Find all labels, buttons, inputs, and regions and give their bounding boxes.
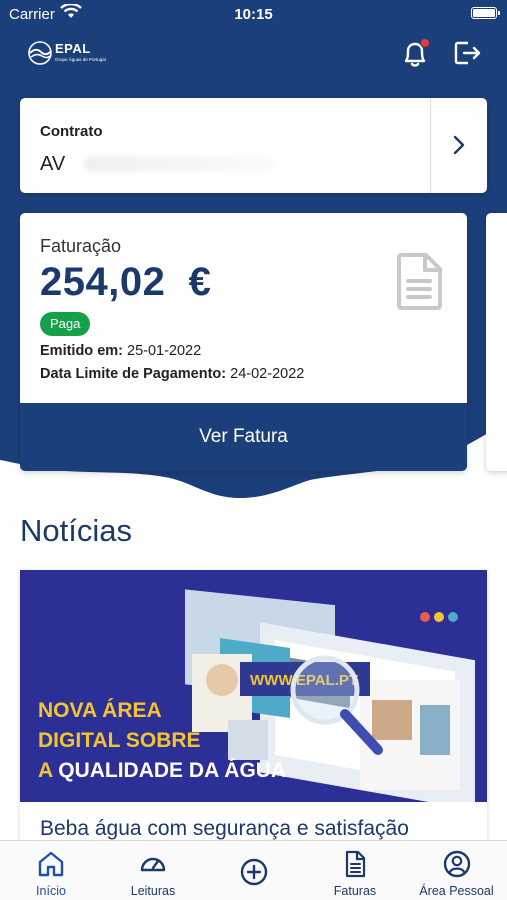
contract-value: AV (40, 153, 66, 175)
water-drop-logo-icon (28, 41, 52, 65)
news-banner-text: NOVA ÁREA DIGITAL SOBRE A QUALIDADE DA Á… (38, 696, 286, 786)
status-time: 10:15 (234, 6, 273, 23)
billing-amount: 254,02 € (40, 260, 212, 304)
issued-date-row: Emitido em: 25-01-2022 (40, 343, 201, 359)
due-label: Data Limite de Pagamento: (40, 366, 227, 382)
banner-line-3: A QUALIDADE DA ÁGUA (38, 756, 286, 786)
news-headline[interactable]: Beba água com segurança e satisfação (40, 817, 409, 841)
tab-bar: Início Leituras Faturas Área Pessoal (0, 840, 507, 900)
logo-tagline: Grupo Águas de Portugal (55, 57, 106, 62)
battery-icon (471, 7, 500, 19)
tab-label-readings: Leituras (130, 884, 176, 898)
billing-card: Faturação 254,02 € Paga Emitido em: 25-0… (20, 213, 467, 471)
banner-line-2: DIGITAL SOBRE (38, 729, 201, 752)
home-icon (38, 851, 64, 877)
news-card[interactable]: WWW.EPAL.PT NOVA ÁREA DIGITAL SOBRE A QU… (20, 570, 487, 870)
due-value: 24-02-2022 (230, 366, 305, 382)
tab-add[interactable] (204, 841, 304, 900)
contract-selector[interactable]: Contrato AV (20, 98, 487, 193)
view-invoice-button[interactable]: Ver Fatura (20, 403, 467, 471)
tab-personal-area[interactable]: Área Pessoal (406, 841, 507, 900)
document-icon (397, 253, 442, 310)
status-bar: Carrier 10:15 (0, 0, 507, 28)
next-card-preview[interactable] (486, 213, 507, 471)
user-icon (443, 850, 470, 878)
chevron-right-icon[interactable] (450, 134, 468, 156)
news-section-title: Notícias (20, 513, 132, 548)
redacted-text (84, 156, 274, 172)
tab-label-home: Início (36, 884, 66, 898)
divider (430, 98, 431, 193)
tab-readings[interactable]: Leituras (102, 841, 204, 900)
banner-line-3b: QUALIDADE DA ÁGUA (58, 759, 287, 782)
due-date-row: Data Limite de Pagamento: 24-02-2022 (40, 366, 304, 382)
billing-label: Faturação (40, 236, 122, 256)
logout-button[interactable] (451, 37, 483, 69)
tab-invoices[interactable]: Faturas (304, 841, 406, 900)
news-image: WWW.EPAL.PT NOVA ÁREA DIGITAL SOBRE A QU… (20, 570, 487, 802)
tab-label-invoices: Faturas (333, 884, 377, 898)
contract-label: Contrato (40, 123, 103, 140)
banner-line-3a: A (38, 759, 53, 782)
issued-label: Emitido em: (40, 343, 123, 359)
issued-value: 25-01-2022 (127, 343, 202, 359)
invoice-icon (345, 850, 366, 878)
gauge-icon (140, 857, 166, 872)
notifications-button[interactable] (399, 37, 431, 69)
tab-label-personal-area: Área Pessoal (419, 884, 494, 898)
epal-logo: EPAL Grupo Águas de Portugal (28, 40, 128, 68)
tab-home[interactable]: Início (0, 841, 102, 900)
plus-circle-icon (240, 858, 268, 886)
notification-dot (420, 38, 430, 48)
logo-name: EPAL (55, 41, 91, 56)
banner-line-1: NOVA ÁREA (38, 699, 162, 722)
status-badge: Paga (40, 312, 91, 336)
logout-icon (454, 41, 481, 65)
